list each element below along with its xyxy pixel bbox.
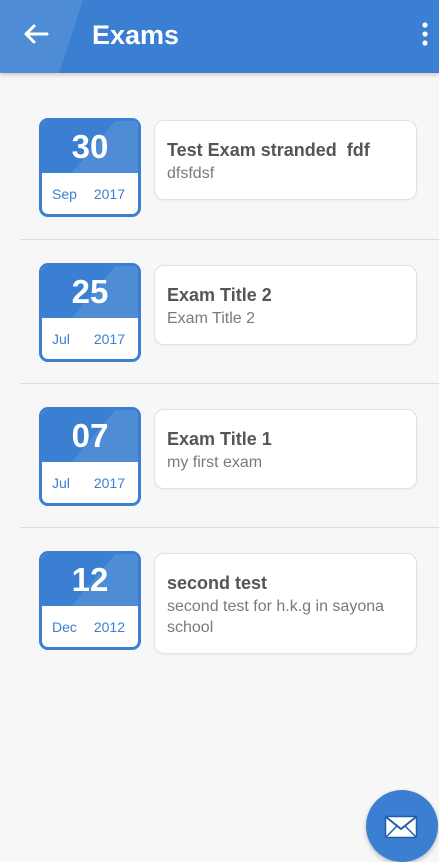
exam-card[interactable]: Test Exam stranded fdf dfsfdsf xyxy=(154,120,417,200)
exam-title: Test Exam stranded fdf xyxy=(167,140,370,160)
exam-description: my first exam xyxy=(167,454,263,471)
exam-day: 25 xyxy=(71,273,109,310)
overflow-menu-button[interactable] xyxy=(413,16,437,56)
compose-message-button[interactable] xyxy=(366,790,438,862)
exam-card[interactable]: Exam Title 2 Exam Title 2 xyxy=(154,265,417,345)
exam-year: 2017 xyxy=(93,186,125,202)
exam-date-badge[interactable]: 30 Sep 2017 xyxy=(39,118,141,217)
exam-row[interactable]: 12 Dec 2012 second test second test for … xyxy=(0,528,439,672)
exam-description: Exam Title 2 xyxy=(167,310,256,327)
app-bar: Exams xyxy=(0,0,439,73)
exam-list: 30 Sep 2017 Test Exam stranded fdf dfsfd… xyxy=(0,73,439,672)
date-day-area: 12 xyxy=(42,554,138,606)
exam-day: 12 xyxy=(71,561,109,598)
date-day-area: 25 xyxy=(42,266,138,318)
more-vertical-icon xyxy=(421,21,429,52)
exam-year: 2012 xyxy=(93,619,125,635)
exam-year: 2017 xyxy=(93,331,125,347)
exam-date-badge[interactable]: 07 Jul 2017 xyxy=(39,407,141,506)
exam-month: Sep xyxy=(52,186,77,202)
exam-description: dfsfdsf xyxy=(167,165,215,182)
mail-icon xyxy=(384,815,418,844)
exam-month: Jul xyxy=(52,331,70,347)
exam-day: 07 xyxy=(71,417,109,454)
exam-card[interactable]: Exam Title 1 my first exam xyxy=(154,409,417,489)
date-day-area: 07 xyxy=(42,410,138,462)
date-day-area: 30 xyxy=(42,121,138,173)
exam-title: Exam Title 1 xyxy=(167,429,272,449)
exam-description: second test for h.k.g in sayona school xyxy=(167,598,385,636)
exam-row[interactable]: 25 Jul 2017 Exam Title 2 Exam Title 2 xyxy=(0,240,439,384)
exam-year: 2017 xyxy=(93,475,125,491)
exam-row[interactable]: 30 Sep 2017 Test Exam stranded fdf dfsfd… xyxy=(0,73,439,240)
exam-day: 30 xyxy=(71,128,109,165)
exam-card[interactable]: second test second test for h.k.g in say… xyxy=(154,553,417,654)
exam-date-badge[interactable]: 12 Dec 2012 xyxy=(39,551,141,650)
exam-date-badge[interactable]: 25 Jul 2017 xyxy=(39,263,141,362)
exam-month: Dec xyxy=(52,619,77,635)
exam-title: Exam Title 2 xyxy=(167,285,272,305)
exam-title: second test xyxy=(167,573,268,593)
arrow-left-icon xyxy=(23,23,49,50)
page-title: Exams xyxy=(92,20,180,50)
exam-row[interactable]: 07 Jul 2017 Exam Title 1 my first exam xyxy=(0,384,439,528)
exam-month: Jul xyxy=(52,475,70,491)
back-button[interactable] xyxy=(14,14,58,58)
